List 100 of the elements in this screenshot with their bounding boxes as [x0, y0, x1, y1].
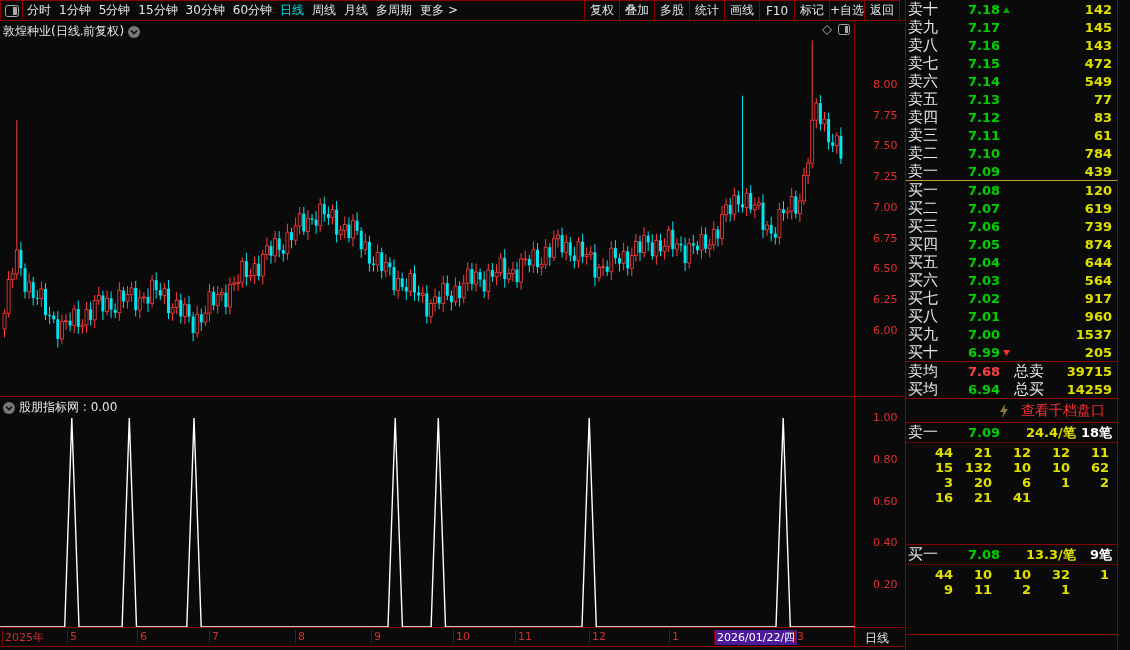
volume: 83 — [1092, 110, 1112, 125]
volume: 549 — [1083, 74, 1112, 89]
axis-label: 6.00 — [873, 323, 898, 337]
order-size: 11 — [972, 582, 992, 597]
volume: 784 — [1083, 146, 1112, 161]
period-label: 日线 — [864, 630, 889, 646]
axis-label: 0.20 — [873, 578, 898, 593]
toolbar-button[interactable]: 叠加 — [620, 0, 655, 20]
volume: 205 — [1083, 345, 1112, 360]
average-price: 7.68 — [968, 364, 1002, 379]
level-label: 卖二 — [908, 144, 939, 163]
queue-price: 7.08 — [968, 547, 1002, 562]
panel-toggle-icon[interactable] — [838, 24, 850, 35]
price: 6.99 — [968, 345, 1001, 360]
volume: 142 — [1083, 2, 1112, 17]
toolbar-button[interactable]: 标记 — [795, 0, 830, 20]
order-size: 16 — [933, 490, 953, 505]
axis-label: 6.75 — [873, 231, 898, 244]
period-tab[interactable]: 月线 — [340, 2, 373, 19]
volume: 472 — [1083, 56, 1112, 71]
period-tab[interactable]: 1分钟 — [55, 2, 95, 19]
order-size: 44 — [933, 445, 953, 460]
level-label: 卖四 — [908, 108, 939, 127]
level-label: 卖十 — [908, 0, 939, 19]
period-tab[interactable]: 日线 — [276, 2, 309, 19]
price: 7.04 — [968, 255, 1001, 270]
date-label: 10 — [453, 630, 472, 643]
price: 7.01 — [968, 309, 1001, 324]
date-label: 3 — [794, 630, 806, 643]
level-label: 买五 — [908, 253, 939, 272]
level-label: 卖九 — [908, 18, 939, 37]
level-label: 卖六 — [908, 72, 939, 91]
price: 7.12 — [968, 110, 1001, 125]
period-tab[interactable]: 分时 — [23, 2, 55, 19]
toolbar-button[interactable]: 画线 — [725, 0, 760, 20]
volume: 739 — [1083, 219, 1112, 234]
level-label: 卖一 — [908, 162, 939, 181]
order-size: 12 — [1050, 445, 1070, 460]
period-tab[interactable]: 周线 — [308, 2, 341, 19]
axis-label: 0.40 — [873, 536, 898, 551]
period-tab[interactable]: 多周期 — [372, 2, 417, 19]
toolbar-button[interactable]: 统计 — [690, 0, 725, 20]
axis-label: 6.50 — [873, 261, 898, 275]
volume: 77 — [1092, 92, 1112, 107]
period-tab[interactable]: 60分钟 — [228, 2, 277, 19]
panel-toggle-icon[interactable] — [4, 4, 19, 17]
price: 7.11 — [968, 128, 1001, 143]
price: 7.17 — [968, 20, 1001, 35]
period-tab[interactable]: 30分钟 — [181, 2, 229, 19]
order-size: 3 — [942, 475, 953, 490]
depth-link[interactable]: 查看千档盘口 — [1021, 401, 1105, 420]
price: 7.18 — [968, 2, 1001, 17]
price: 7.08 — [968, 183, 1001, 198]
order-size: 44 — [933, 567, 953, 582]
date-label: 9 — [371, 630, 383, 643]
period-tab[interactable]: 15分钟 — [134, 2, 182, 19]
volume: 143 — [1083, 38, 1112, 53]
axis-label: 7.00 — [873, 200, 898, 214]
price: 7.02 — [968, 291, 1001, 306]
toolbar-button[interactable]: 返回 — [865, 0, 900, 20]
order-size: 10 — [1050, 460, 1070, 475]
order-size: 10 — [972, 567, 992, 582]
volume: 917 — [1083, 291, 1112, 306]
date-label: 2025年 — [2, 630, 46, 645]
queue-label: 买一 — [908, 545, 939, 564]
level-label: 买八 — [908, 307, 939, 326]
date-label: 7 — [209, 630, 221, 643]
volume: 874 — [1083, 237, 1112, 252]
order-size: 9 — [942, 582, 953, 597]
level-label: 买九 — [908, 325, 939, 344]
price: 7.14 — [968, 74, 1001, 89]
average-per-order: 13.3/笔 — [1025, 545, 1077, 564]
toolbar-button[interactable]: 复权 — [585, 0, 620, 20]
summary-label: 总买 — [1014, 380, 1045, 399]
lightning-icon — [999, 403, 1009, 418]
chevron-down-icon[interactable] — [128, 25, 141, 38]
level-label: 卖八 — [908, 36, 939, 55]
toolbar-button[interactable]: 多股 — [655, 0, 690, 20]
order-count: 9笔 — [1089, 545, 1112, 564]
price: 7.07 — [968, 201, 1001, 216]
volume: 439 — [1083, 164, 1112, 179]
volume: 960 — [1083, 309, 1112, 324]
chevron-down-icon[interactable] — [3, 401, 15, 414]
level-label: 卖五 — [908, 90, 939, 109]
order-size: 32 — [1050, 567, 1070, 582]
period-tab[interactable]: 5分钟 — [94, 2, 135, 19]
level-label: 买二 — [908, 199, 939, 218]
price: 7.15 — [968, 56, 1001, 71]
order-size: 12 — [1011, 445, 1031, 460]
diamond-icon[interactable] — [822, 25, 832, 35]
volume: 564 — [1083, 273, 1112, 288]
level-label: 卖三 — [908, 126, 939, 145]
summary-label: 卖均 — [908, 362, 939, 381]
period-tab[interactable]: 更多 > — [416, 2, 462, 19]
date-label: 6 — [137, 630, 149, 643]
toolbar-button[interactable]: +自选 — [830, 0, 865, 20]
axis-label: 1.00 — [873, 410, 898, 425]
level-label: 买十 — [908, 343, 939, 362]
volume: 120 — [1083, 183, 1112, 198]
toolbar-button[interactable]: F10 — [760, 0, 795, 20]
